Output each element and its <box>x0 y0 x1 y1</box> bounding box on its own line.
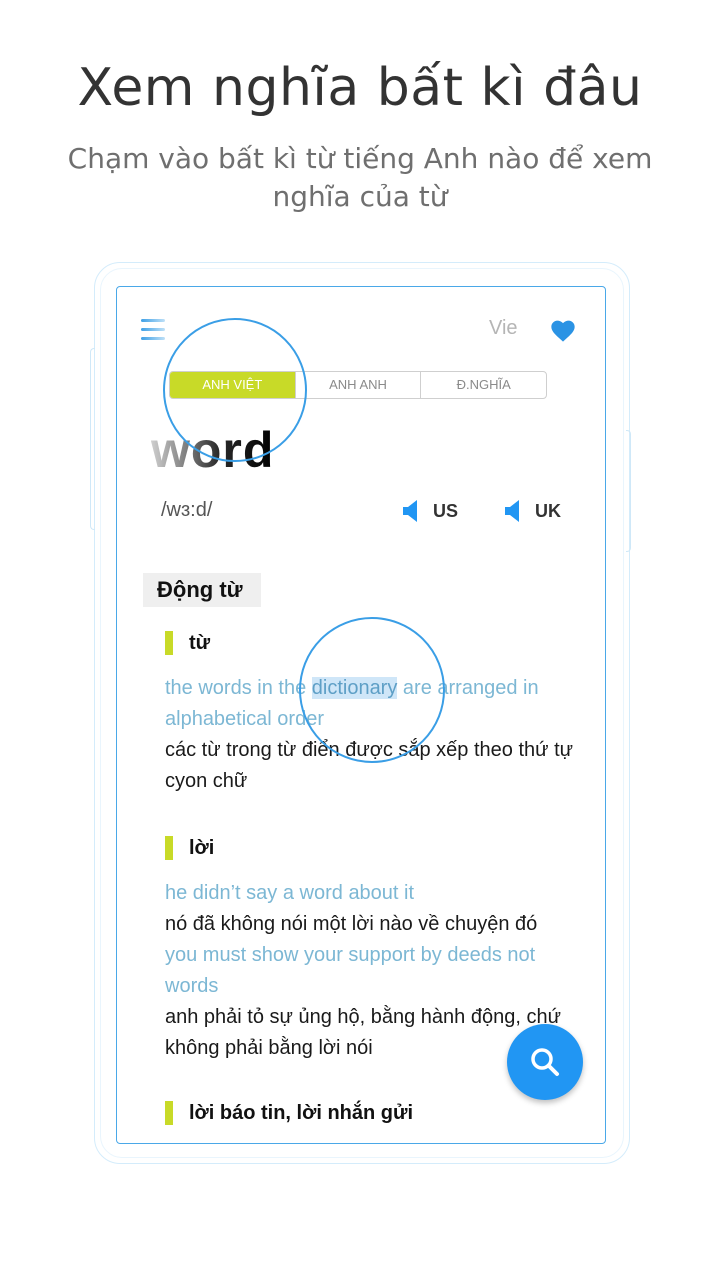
magnifier-circle <box>163 318 307 462</box>
phone-side-button-right <box>626 430 631 552</box>
sense-label: lời <box>189 836 215 859</box>
menu-icon[interactable] <box>141 319 165 341</box>
audio-uk-button[interactable]: UK <box>505 499 561 523</box>
sense-marker <box>165 1101 173 1125</box>
part-of-speech: Động từ <box>143 573 261 607</box>
speaker-icon <box>505 500 519 522</box>
tab-dong-nghia[interactable]: Đ.NGHĨA <box>420 372 546 398</box>
magnifier-circle <box>299 617 445 763</box>
search-button[interactable] <box>507 1024 583 1100</box>
example-en-text[interactable]: the words in the <box>165 677 312 699</box>
sense-heading: lời <box>165 836 214 860</box>
example-en[interactable]: he didn’t say a word about it <box>165 878 585 909</box>
heart-icon[interactable] <box>549 317 577 343</box>
sense-label: từ <box>189 631 211 654</box>
sense-label: lời báo tin, lời nhắn gửi <box>189 1101 414 1124</box>
sense-marker <box>165 631 173 655</box>
sense-heading: lời báo tin, lời nhắn gửi <box>165 1101 413 1125</box>
phone-side-button-left <box>90 348 95 530</box>
page-headline: Xem nghĩa bất kì đâu <box>77 58 643 118</box>
sense-marker <box>165 836 173 860</box>
audio-uk-label: UK <box>535 500 561 521</box>
audio-us-label: US <box>433 500 459 521</box>
app-screen: Vie ANH VIỆT ANH ANH Đ.NGHĨA word /wɜ:d/… <box>116 286 606 1144</box>
language-toggle[interactable]: Vie <box>489 317 518 340</box>
page-subtitle: Chạm vào bất kì từ tiếng Anh nào để xem … <box>67 142 653 213</box>
audio-us-button[interactable]: US <box>403 499 458 523</box>
example-vi: nó đã không nói một lời nào về chuyện đó <box>165 913 538 935</box>
sense-heading: từ <box>165 631 210 655</box>
tab-anh-anh[interactable]: ANH ANH <box>294 372 421 398</box>
search-icon <box>531 1048 559 1076</box>
phonetic: /wɜ:d/ <box>161 499 213 521</box>
speaker-icon <box>403 500 417 522</box>
example-en[interactable]: you must show your support by deeds not … <box>165 940 585 1002</box>
